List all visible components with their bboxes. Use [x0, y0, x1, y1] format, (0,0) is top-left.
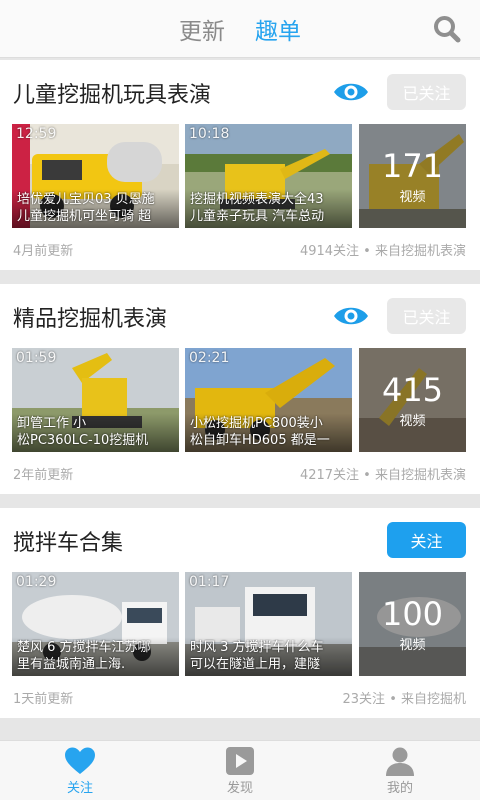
video-caption-line: 可以在隧道上用，建隧	[190, 657, 321, 672]
video-duration: 01:29	[16, 574, 57, 590]
video-duration: 02:21	[189, 350, 230, 366]
nav-label: 关注	[66, 780, 93, 796]
video-count-overlay: 415 视频	[359, 348, 466, 452]
nav-follow[interactable]: 关注	[0, 741, 160, 800]
playlist-title: 搅拌车合集	[13, 531, 124, 556]
video-caption-line: 时风 3 方搅拌车什么车	[190, 640, 324, 655]
video-thumbnail[interactable]: 01:17 时风 3 方搅拌车什么车 可以在隧道上用，建隧	[185, 572, 352, 676]
more-videos-tile[interactable]: 171 视频	[359, 124, 466, 228]
video-caption: 时风 3 方搅拌车什么车 可以在隧道上用，建隧	[185, 637, 352, 676]
playlist-stats: 23关注 • 来自挖掘机	[342, 692, 466, 707]
video-caption-line: 儿童挖掘机可坐可骑 超	[17, 209, 152, 224]
video-caption: 培优爱儿宝贝03 贝恩施 儿童挖掘机可坐可骑 超	[12, 189, 179, 228]
video-thumbnail[interactable]: 12:59 培优爱儿宝贝03 贝恩施 儿童挖掘机可坐可骑 超	[12, 124, 179, 228]
video-thumbnail[interactable]: 01:59 卸管工作 小 松PC360LC-10挖掘机	[12, 348, 179, 452]
video-caption: 挖掘机视频表演大全43 儿童亲子玩具 汽车总动	[185, 189, 352, 228]
video-duration: 10:18	[189, 126, 230, 142]
tab-playlists[interactable]: 趣单	[255, 12, 301, 46]
video-thumbnails: 01:29 楚风 6 方搅拌车江苏哪 里有益城南通上海. 01:17 时风 3 …	[12, 572, 466, 676]
follow-button[interactable]: 关注	[387, 522, 466, 558]
nav-me[interactable]: 我的	[320, 741, 480, 800]
video-count: 100	[381, 594, 444, 633]
nav-label: 发现	[226, 780, 253, 796]
video-thumbnail[interactable]: 01:29 楚风 6 方搅拌车江苏哪 里有益城南通上海.	[12, 572, 179, 676]
updated-time: 2年前更新	[13, 468, 74, 483]
video-caption: 小松挖掘机PC800装小 松自卸车HD605 都是一	[185, 413, 352, 452]
nav-label: 我的	[386, 780, 413, 796]
video-count-overlay: 100 视频	[359, 572, 466, 676]
followed-button[interactable]: 已关注	[387, 298, 466, 334]
eye-icon[interactable]	[333, 304, 369, 328]
tab-updates[interactable]: 更新	[179, 12, 225, 46]
video-caption-line: 卸管工作 小	[17, 416, 87, 431]
nav-discover[interactable]: 发现	[160, 741, 320, 800]
updated-time: 1天前更新	[13, 692, 74, 707]
bottom-nav: 关注 发现 我的	[0, 740, 480, 800]
video-caption-line: 松PC360LC-10挖掘机	[17, 433, 149, 448]
video-thumbnail[interactable]: 02:21 小松挖掘机PC800装小 松自卸车HD605 都是一	[185, 348, 352, 452]
playlist-card[interactable]: 搅拌车合集 关注 01:29 楚风 6 方搅拌车江苏哪 里有益城南通上海. 01…	[0, 508, 480, 718]
search-icon	[434, 16, 461, 43]
playlist-title: 精品挖掘机表演	[13, 307, 168, 332]
video-caption-line: 挖掘机视频表演大全43	[190, 192, 324, 207]
video-caption-line: 里有益城南通上海.	[17, 657, 126, 672]
video-count-overlay: 171 视频	[359, 124, 466, 228]
eye-icon[interactable]	[333, 80, 369, 104]
playlist-feed: 儿童挖掘机玩具表演 已关注 12:59 培优爱儿宝贝03 贝恩施 儿童挖掘机可坐…	[0, 58, 480, 740]
followed-button[interactable]: 已关注	[387, 74, 466, 110]
playlist-card[interactable]: 儿童挖掘机玩具表演 已关注 12:59 培优爱儿宝贝03 贝恩施 儿童挖掘机可坐…	[0, 60, 480, 270]
more-videos-tile[interactable]: 100 视频	[359, 572, 466, 676]
video-duration: 12:59	[16, 126, 57, 142]
video-caption: 楚风 6 方搅拌车江苏哪 里有益城南通上海.	[12, 637, 179, 676]
video-caption: 卸管工作 小 松PC360LC-10挖掘机	[12, 413, 179, 452]
video-count: 415	[381, 370, 444, 409]
updated-time: 4月前更新	[13, 244, 74, 259]
video-caption-line: 小松挖掘机PC800装小	[190, 416, 323, 431]
top-bar: 更新 趣单	[0, 0, 480, 58]
video-count: 171	[381, 146, 444, 185]
video-count-label: 视频	[399, 413, 426, 429]
person-icon	[386, 747, 414, 776]
search-button[interactable]	[432, 14, 462, 44]
app-root: 更新 趣单 儿童挖掘机玩具表演 已关注 12:59 培优爱儿宝贝03 贝恩施 儿…	[0, 0, 480, 800]
playlist-title: 儿童挖掘机玩具表演	[13, 83, 212, 108]
video-caption-line: 儿童亲子玩具 汽车总动	[190, 209, 325, 224]
more-videos-tile[interactable]: 415 视频	[359, 348, 466, 452]
top-tabs: 更新 趣单	[179, 12, 301, 46]
video-thumbnails: 12:59 培优爱儿宝贝03 贝恩施 儿童挖掘机可坐可骑 超 10:18 挖掘机…	[12, 124, 466, 228]
video-count-label: 视频	[399, 637, 426, 653]
playlist-stats: 4914关注 • 来自挖掘机表演	[299, 244, 466, 259]
play-icon	[226, 746, 254, 775]
video-thumbnails: 01:59 卸管工作 小 松PC360LC-10挖掘机 02:21 小松挖掘机P…	[12, 348, 466, 452]
playlist-card[interactable]: 精品挖掘机表演 已关注 01:59 卸管工作 小 松PC360LC-10挖掘机 …	[0, 284, 480, 494]
heart-icon	[65, 747, 95, 774]
video-caption-line: 培优爱儿宝贝03 贝恩施	[17, 192, 155, 207]
video-duration: 01:17	[189, 574, 230, 590]
playlist-stats: 4217关注 • 来自挖掘机表演	[299, 468, 466, 483]
video-caption-line: 楚风 6 方搅拌车江苏哪	[17, 640, 151, 655]
video-count-label: 视频	[399, 189, 426, 205]
video-duration: 01:59	[16, 350, 57, 366]
video-caption-line: 松自卸车HD605 都是一	[190, 433, 330, 448]
video-thumbnail[interactable]: 10:18 挖掘机视频表演大全43 儿童亲子玩具 汽车总动	[185, 124, 352, 228]
